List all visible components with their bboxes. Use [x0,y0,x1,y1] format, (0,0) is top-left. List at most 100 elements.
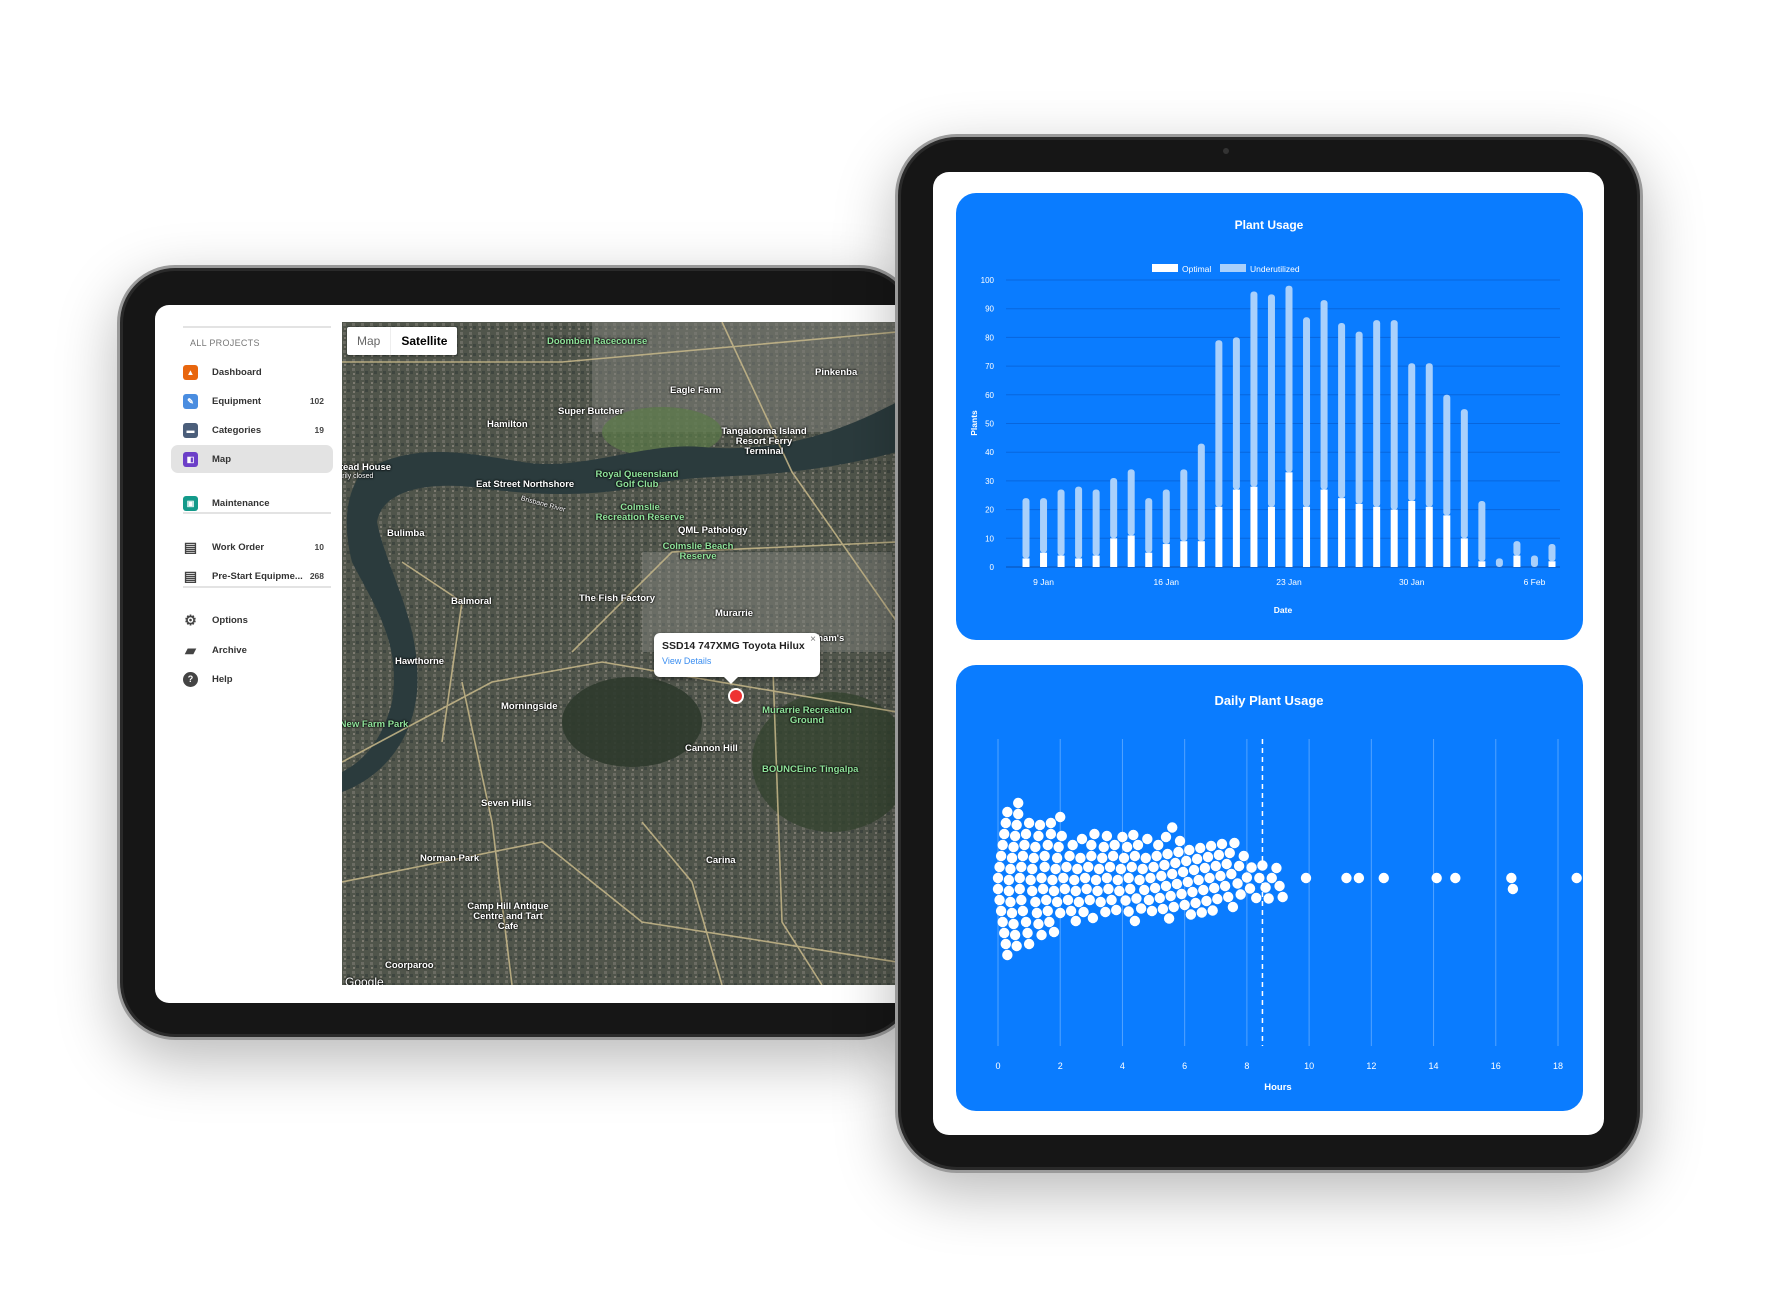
data-point[interactable] [1137,863,1148,875]
data-point[interactable] [1191,853,1203,865]
data-point[interactable] [1042,905,1053,917]
data-point[interactable] [1257,860,1268,871]
data-point[interactable] [1048,885,1060,897]
bar-optimal[interactable] [1057,555,1065,567]
data-point[interactable] [1039,861,1050,873]
data-point[interactable] [1086,850,1097,862]
data-point[interactable] [1089,828,1100,840]
data-point[interactable] [1216,838,1228,850]
data-point[interactable] [1227,901,1239,913]
data-point[interactable] [1212,893,1223,905]
sidebar-item-options[interactable]: ⚙ Options [171,606,333,634]
sidebar-item-work-order[interactable]: ▤ Work Order 10 [171,533,333,561]
bar-optimal[interactable] [1267,506,1275,567]
bar-optimal[interactable] [1460,538,1468,567]
data-point[interactable] [1277,891,1288,903]
data-point[interactable] [1101,830,1113,842]
data-point[interactable] [1014,883,1025,895]
data-point[interactable] [1017,905,1029,917]
data-point[interactable] [1020,916,1032,928]
data-point[interactable] [1221,858,1232,870]
data-point[interactable] [992,883,1004,895]
data-point[interactable] [1181,855,1192,867]
data-point[interactable] [1263,893,1274,904]
bar-underutilized[interactable] [1162,489,1170,545]
data-point[interactable] [1011,940,1022,952]
data-point[interactable] [1170,857,1181,869]
data-point[interactable] [1341,872,1352,884]
data-point[interactable] [1132,839,1144,851]
bar-underutilized[interactable] [1390,320,1398,510]
data-point[interactable] [1188,864,1200,876]
data-point[interactable] [1244,883,1256,894]
sidebar-item-maintenance[interactable]: ▣ Maintenance [171,489,333,517]
data-point[interactable] [1023,938,1035,950]
data-point[interactable] [1160,831,1172,843]
bar-underutilized[interactable] [1373,320,1381,507]
view-details-link[interactable]: View Details [662,656,812,666]
data-point[interactable] [1048,926,1060,938]
data-point[interactable] [1009,929,1021,941]
data-point[interactable] [1165,890,1176,902]
data-point[interactable] [1045,828,1057,840]
sidebar-item-archive[interactable]: ▰ Archive [171,636,333,664]
sidebar-item-map[interactable]: ◧ Map [171,445,333,473]
data-point[interactable] [1167,822,1178,833]
data-point[interactable] [1051,896,1063,908]
data-point[interactable] [1121,841,1133,853]
bar-optimal[interactable] [1145,552,1153,567]
data-point[interactable] [1431,872,1442,884]
data-point[interactable] [1187,886,1198,898]
data-point[interactable] [1506,872,1517,884]
data-point[interactable] [1125,883,1136,895]
bar-underutilized[interactable] [1338,323,1346,499]
data-point[interactable] [1246,862,1257,873]
bar-optimal[interactable] [1285,472,1293,567]
data-point[interactable] [1238,850,1249,862]
bar-optimal[interactable] [1320,489,1328,567]
data-point[interactable] [1153,839,1164,851]
data-point[interactable] [1271,862,1282,874]
data-point[interactable] [1177,866,1189,878]
data-point[interactable] [1097,852,1108,864]
bar-optimal[interactable] [1197,541,1205,567]
data-point[interactable] [1044,916,1055,928]
bar-underutilized[interactable] [1303,317,1311,507]
data-point[interactable] [1031,907,1043,919]
data-point[interactable] [1129,915,1141,927]
data-point[interactable] [1120,895,1131,906]
bar-optimal[interactable] [1075,558,1083,567]
data-point[interactable] [1006,907,1018,919]
sidebar-item-help[interactable]: ? Help [171,665,333,693]
data-point[interactable] [1100,906,1111,918]
bar-underutilized[interactable] [1232,337,1240,490]
data-point[interactable] [1157,903,1169,915]
bar-underutilized[interactable] [1145,498,1153,553]
data-point[interactable] [1006,852,1018,864]
data-point[interactable] [1139,884,1150,896]
data-point[interactable] [1098,841,1109,853]
bar-optimal[interactable] [1513,555,1521,567]
data-point[interactable] [1251,892,1262,904]
data-point[interactable] [1086,839,1097,851]
data-point[interactable] [1226,868,1237,880]
data-point[interactable] [1229,837,1240,849]
bar-optimal[interactable] [1022,558,1030,567]
bar-underutilized[interactable] [1110,478,1118,539]
data-point[interactable] [1123,872,1134,884]
bar-underutilized[interactable] [1092,489,1100,556]
data-point[interactable] [1223,891,1234,903]
data-point[interactable] [997,839,1008,851]
data-point[interactable] [1092,885,1103,897]
data-point[interactable] [1193,874,1204,886]
data-point[interactable] [1027,885,1038,897]
data-point[interactable] [1073,896,1085,908]
data-point[interactable] [1045,817,1057,829]
bar-underutilized[interactable] [1320,300,1328,490]
data-point[interactable] [1101,872,1113,884]
data-point[interactable] [1011,819,1022,831]
data-point[interactable] [1030,841,1041,853]
sidebar-item-dashboard[interactable]: ▲ Dashboard [171,358,333,386]
data-point[interactable] [1076,833,1088,845]
data-point[interactable] [995,850,1007,862]
